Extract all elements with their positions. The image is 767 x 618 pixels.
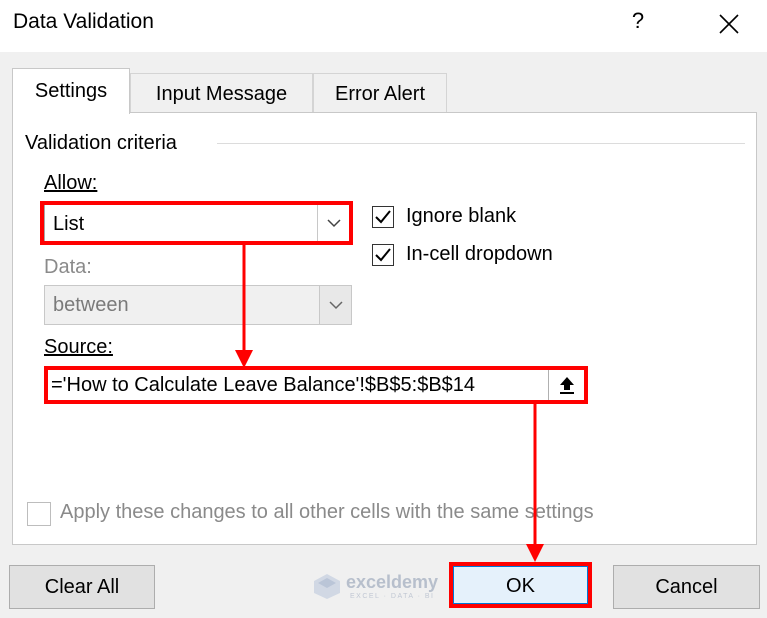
exceldemy-watermark: exceldemy EXCEL · DATA · BI: [312, 572, 438, 605]
range-select-button[interactable]: [548, 370, 584, 400]
source-label: Source:: [44, 336, 113, 358]
data-dropdown: between: [44, 285, 352, 325]
dialog-title: Data Validation: [13, 10, 154, 33]
help-button[interactable]: ?: [628, 8, 648, 34]
close-icon: [719, 14, 739, 34]
tab-label: Error Alert: [334, 83, 426, 105]
ignore-blank-label: Ignore blank: [406, 205, 517, 227]
upload-arrow-icon: [559, 377, 574, 394]
clear-all-button[interactable]: Clear All: [9, 565, 155, 609]
ok-button[interactable]: OK: [453, 566, 588, 604]
chevron-down-icon: [319, 286, 351, 324]
settings-panel: [12, 112, 757, 545]
tab-label: Settings: [34, 80, 108, 102]
checkmark-icon: [375, 210, 391, 224]
data-label: Data:: [44, 256, 92, 278]
data-value: between: [53, 294, 129, 316]
ok-label: OK: [506, 575, 535, 597]
checkbox-box: [372, 206, 394, 228]
chevron-down-icon: [317, 205, 349, 241]
checkmark-icon: [375, 248, 391, 262]
watermark-tagline: EXCEL · DATA · BI: [350, 593, 435, 600]
apply-to-all-label: Apply these changes to all other cells w…: [60, 501, 594, 523]
source-input[interactable]: ='How to Calculate Leave Balance'!$B$5:$…: [48, 370, 548, 400]
group-divider: [217, 143, 745, 144]
title-bar: Data Validation ?: [0, 0, 767, 52]
close-button[interactable]: [715, 10, 743, 38]
allow-label: Allow:: [44, 172, 98, 194]
tab-settings[interactable]: Settings: [12, 68, 130, 114]
clear-all-label: Clear All: [44, 576, 120, 598]
allow-dropdown[interactable]: List: [44, 204, 350, 242]
source-value: ='How to Calculate Leave Balance'!$B$5:$…: [51, 374, 476, 396]
exceldemy-logo-icon: [314, 574, 340, 599]
tab-error-alert[interactable]: Error Alert: [313, 73, 447, 113]
cancel-label: Cancel: [655, 576, 718, 598]
allow-value: List: [53, 213, 85, 235]
tab-label: Input Message: [155, 83, 288, 105]
arrow-head: [526, 544, 544, 562]
cancel-button[interactable]: Cancel: [613, 565, 760, 609]
checkbox-box: [27, 502, 51, 526]
in-cell-dropdown-label: In-cell dropdown: [406, 243, 553, 265]
tab-input-message[interactable]: Input Message: [130, 73, 313, 113]
checkbox-box: [372, 244, 394, 266]
validation-criteria-label: Validation criteria: [25, 132, 185, 155]
watermark-name: exceldemy: [346, 572, 439, 592]
